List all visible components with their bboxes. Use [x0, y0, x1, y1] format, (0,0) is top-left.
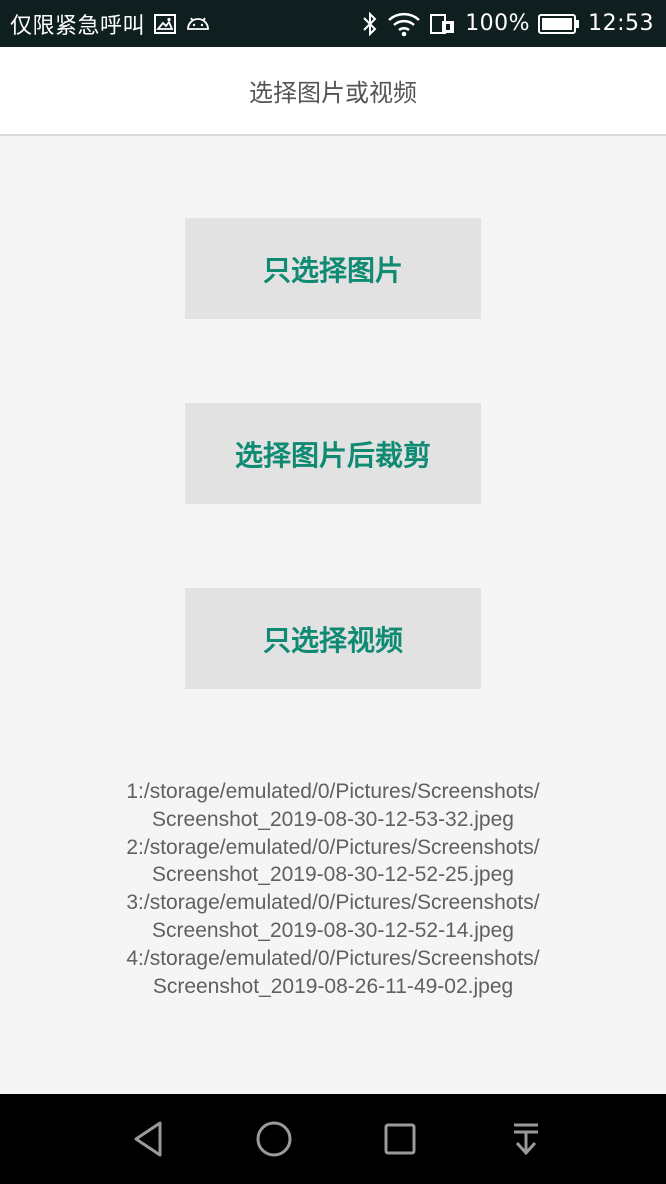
battery-icon — [538, 13, 580, 35]
page-title: 选择图片或视频 — [249, 79, 417, 107]
carrier-label: 仅限紧急呼叫 — [10, 13, 146, 39]
clock: 12:53 — [588, 11, 654, 36]
android-icon — [185, 13, 211, 35]
select-video-button[interactable]: 只选择视频 — [185, 588, 481, 689]
result-line: Screenshot_2019-08-30-12-52-25.jpeg — [152, 863, 514, 887]
back-icon[interactable] — [123, 1114, 173, 1164]
result-line: 2:/storage/emulated/0/Pictures/Screensho… — [126, 835, 540, 859]
home-icon[interactable] — [249, 1114, 299, 1164]
bluetooth-icon — [361, 11, 379, 37]
result-line: 3:/storage/emulated/0/Pictures/Screensho… — [126, 891, 540, 915]
sim-icon — [429, 12, 457, 36]
select-image-crop-button[interactable]: 选择图片后裁剪 — [185, 403, 481, 504]
navigation-bar — [0, 1094, 666, 1184]
title-bar: 选择图片或视频 — [0, 47, 666, 136]
result-line: Screenshot_2019-08-30-12-53-32.jpeg — [152, 807, 514, 831]
image-icon — [153, 12, 177, 36]
wifi-icon — [387, 11, 421, 37]
main-content: 只选择图片 选择图片后裁剪 只选择视频 1:/storage/emulated/… — [0, 136, 666, 1094]
battery-percent: 100% — [465, 11, 531, 36]
selected-files-list: 1:/storage/emulated/0/Pictures/Screensho… — [0, 778, 666, 1000]
result-line: Screenshot_2019-08-26-11-49-02.jpeg — [152, 974, 514, 998]
notification-pull-icon[interactable] — [501, 1114, 551, 1164]
select-image-button[interactable]: 只选择图片 — [185, 218, 481, 319]
result-line: 4:/storage/emulated/0/Pictures/Screensho… — [126, 946, 540, 970]
status-bar-left: 仅限紧急呼叫 — [10, 8, 211, 40]
status-bar: 仅限紧急呼叫 100% 12:53 — [0, 0, 666, 47]
status-bar-right: 100% 12:53 — [361, 11, 654, 37]
result-line: Screenshot_2019-08-30-12-52-14.jpeg — [152, 918, 514, 942]
result-line: 1:/storage/emulated/0/Pictures/Screensho… — [126, 780, 540, 803]
recents-icon[interactable] — [375, 1114, 425, 1164]
